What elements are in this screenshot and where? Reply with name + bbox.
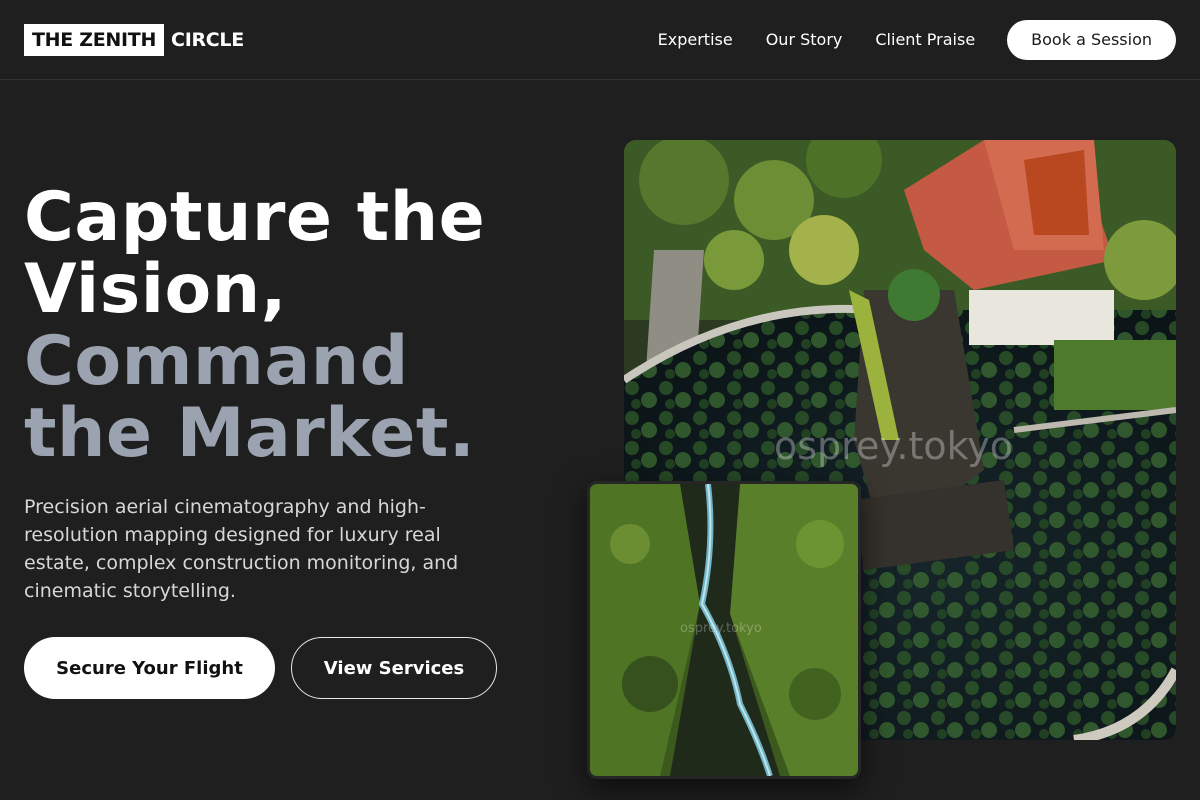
hero-subtitle: Precision aerial cinematography and high… <box>24 496 459 602</box>
logo-box: THE ZENITH <box>24 23 165 56</box>
view-services-button[interactable]: View Services <box>291 637 497 699</box>
aerial-canyon-photo: osprey.tokyo <box>587 481 861 779</box>
logo-text: CIRCLE <box>171 28 244 51</box>
book-session-button[interactable]: Book a Session <box>1007 19 1176 60</box>
nav-link-client-praise[interactable]: Client Praise <box>875 30 975 49</box>
secure-flight-button[interactable]: Secure Your Flight <box>24 637 275 699</box>
logo[interactable]: THE ZENITH CIRCLE <box>24 23 244 56</box>
nav-link-expertise[interactable]: Expertise <box>658 30 733 49</box>
hero-title-muted-line: Command <box>24 322 409 401</box>
hero-title-line: Capture the <box>24 178 486 257</box>
hero-title: Capture the Vision, Command the Market. <box>24 182 584 470</box>
nav-link-our-story[interactable]: Our Story <box>766 30 843 49</box>
site-header: THE ZENITH CIRCLE Expertise Our Story Cl… <box>0 0 1200 80</box>
aerial-canyon-illustration <box>590 484 858 776</box>
hero-title-muted-line: the Market. <box>24 394 476 473</box>
hero-title-line: Vision, <box>24 250 287 329</box>
main-nav: Expertise Our Story Client Praise Book a… <box>625 19 1176 60</box>
